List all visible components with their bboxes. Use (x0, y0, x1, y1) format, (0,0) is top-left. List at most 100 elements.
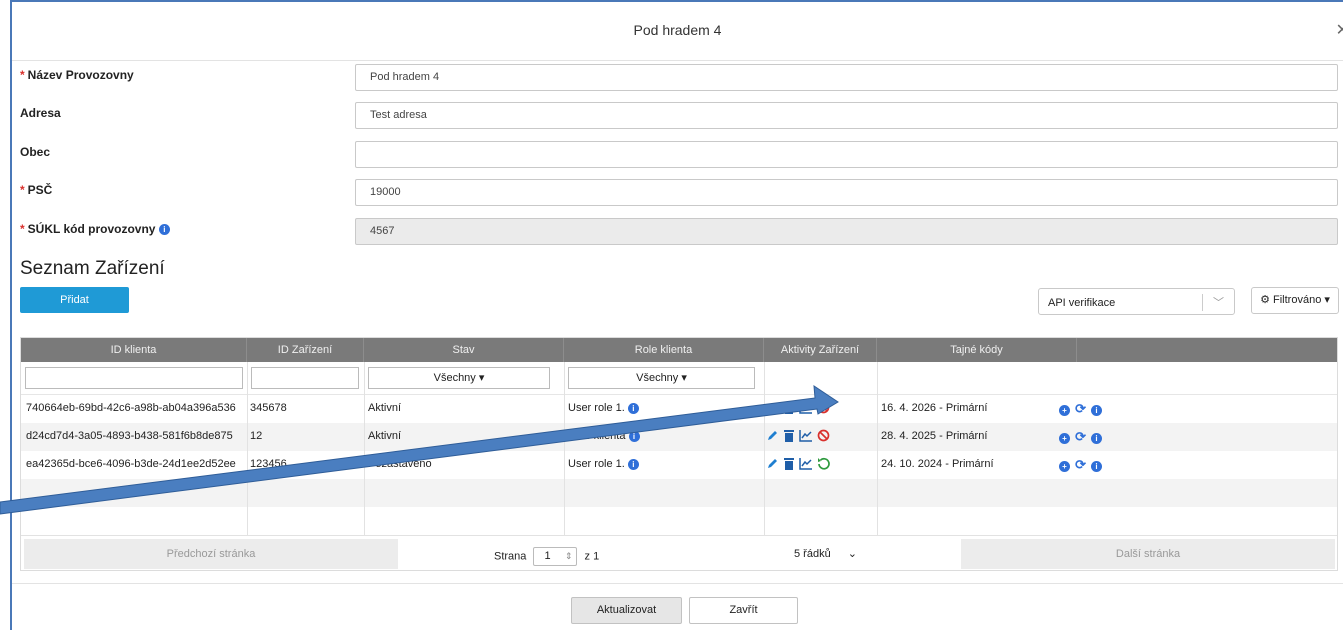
filter-label: Filtrováno (1273, 294, 1322, 306)
activities-cell (766, 457, 831, 470)
trash-icon[interactable] (783, 401, 795, 414)
info-icon[interactable]: i (627, 458, 639, 470)
ban-icon[interactable] (817, 429, 830, 442)
col-divider (877, 362, 878, 535)
update-button[interactable]: Aktualizovat (571, 597, 682, 624)
refresh-icon[interactable]: ⟳ (1075, 401, 1086, 416)
col-divider (364, 362, 365, 535)
info-icon[interactable]: i (158, 224, 170, 236)
code-actions: + ⟳ i (1059, 457, 1103, 473)
code-cell: 24. 10. 2024 - Primární (881, 458, 994, 470)
edit-icon[interactable] (766, 457, 779, 470)
client-id-filter[interactable] (25, 367, 243, 389)
label-nazev: * Název Provozovny (20, 68, 134, 82)
label-psc: * PSČ (20, 183, 53, 197)
info-icon[interactable]: i (1091, 432, 1103, 444)
col-divider (764, 362, 765, 535)
role-cell: User role 1. i (568, 402, 639, 414)
edit-icon[interactable] (766, 401, 779, 414)
plus-circle-icon[interactable]: + (1059, 432, 1070, 444)
col-client-id[interactable]: ID klienta (21, 338, 247, 362)
code-actions: + ⟳ i (1059, 429, 1103, 445)
trash-icon[interactable] (783, 429, 795, 442)
device-id-cell: 12 (250, 430, 263, 442)
pagination: Předchozí stránka Strana 1 ⇕ z 1 5 řádků … (21, 535, 1337, 572)
footer-divider (12, 583, 1343, 584)
info-icon[interactable]: i (1091, 404, 1103, 416)
label-sukl: * SÚKL kód provozovny i (20, 222, 170, 236)
status-cell: Pozastaveno (368, 458, 432, 470)
client-id-cell: 740664eb-69bd-42c6-a98b-ab04a396a536 (26, 402, 236, 414)
next-page-button[interactable]: Další stránka (961, 539, 1335, 569)
info-icon[interactable]: i (627, 402, 639, 414)
client-id-cell: ea42365d-bce6-4096-b3de-24d1ee2d52ee (26, 458, 236, 470)
device-id-cell: 123456 (250, 458, 287, 470)
activities-cell (766, 429, 831, 442)
chart-line-icon[interactable] (799, 401, 813, 414)
plus-circle-icon[interactable]: + (1059, 460, 1070, 472)
filter-row: Všechny ▾ Všechny ▾ (21, 362, 1337, 395)
gear-icon: ⚙ (1260, 294, 1270, 306)
device-id-filter[interactable] (251, 367, 359, 389)
info-icon[interactable]: i (1091, 460, 1103, 472)
caret-down-icon: ▾ (1324, 294, 1330, 306)
table-row[interactable]: 740664eb-69bd-42c6-a98b-ab04a396a536 345… (21, 395, 1337, 423)
label-obec: Obec (20, 145, 51, 159)
table-row[interactable]: ea42365d-bce6-4096-b3de-24d1ee2d52ee 123… (21, 451, 1337, 479)
table-header: ID klienta ID Zařízení Stav Role klienta… (21, 338, 1337, 362)
plus-circle-icon[interactable]: + (1059, 404, 1070, 416)
role-filter[interactable]: Všechny ▾ (568, 367, 755, 389)
close-button[interactable]: Zavřít (689, 597, 798, 624)
edit-icon[interactable] (766, 429, 779, 442)
adresa-input[interactable]: Test adresa (355, 102, 1338, 129)
table-row[interactable]: d24cd7d4-3a05-4893-b438-581f6b8de875 12 … (21, 423, 1337, 451)
role-cell: Role klienta i (568, 430, 640, 442)
col-device-id[interactable]: ID Zařízení (247, 338, 364, 362)
col-codes: Tajné kódy (877, 338, 1077, 362)
close-icon[interactable]: ✕ (1336, 20, 1343, 40)
modal-title: Pod hradem 4 (633, 22, 722, 38)
col-status[interactable]: Stav (364, 338, 564, 362)
section-title: Seznam Zařízení (20, 258, 165, 279)
label-adresa: Adresa (20, 106, 61, 120)
devices-table: ID klienta ID Zařízení Stav Role klienta… (20, 337, 1338, 571)
prev-page-button[interactable]: Předchozí stránka (24, 539, 398, 569)
empty-row (21, 507, 1337, 535)
device-id-cell: 345678 (250, 402, 287, 414)
chevron-down-icon: ﹀ (1213, 297, 1224, 309)
code-cell: 28. 4. 2025 - Primární (881, 430, 988, 442)
empty-row (21, 479, 1337, 507)
activities-cell (766, 401, 831, 414)
col-activities: Aktivity Zařízení (764, 338, 877, 362)
status-cell: Aktivní (368, 430, 402, 442)
code-actions: + ⟳ i (1059, 401, 1103, 417)
chevron-down-icon: ⌄ (847, 548, 857, 560)
chart-line-icon[interactable] (799, 457, 813, 470)
client-id-cell: d24cd7d4-3a05-4893-b438-581f6b8de875 (26, 430, 233, 442)
col-role[interactable]: Role klienta (564, 338, 764, 362)
api-select[interactable]: API verifikace ﹀ (1038, 288, 1235, 315)
select-separator (1202, 294, 1203, 311)
code-cell: 16. 4. 2026 - Primární (881, 402, 988, 414)
rows-per-page-select[interactable]: 5 řádků ⌄ (791, 543, 887, 566)
info-icon[interactable]: i (628, 430, 640, 442)
modal-header: Pod hradem 4 ✕ (12, 2, 1343, 61)
nazev-input[interactable]: Pod hradem 4 (355, 64, 1338, 91)
col-divider (247, 362, 248, 535)
page-indicator: Strana 1 ⇕ z 1 (494, 547, 599, 566)
trash-icon[interactable] (783, 457, 795, 470)
refresh-icon[interactable]: ⟳ (1075, 457, 1086, 472)
restore-icon[interactable] (817, 457, 830, 470)
col-divider (564, 362, 565, 535)
refresh-icon[interactable]: ⟳ (1075, 429, 1086, 444)
chart-line-icon[interactable] (799, 429, 813, 442)
add-button[interactable]: Přidat (20, 287, 129, 313)
sukl-input: 4567 (355, 218, 1338, 245)
role-cell: User role 1. i (568, 458, 639, 470)
filter-button[interactable]: ⚙ Filtrováno ▾ (1251, 287, 1339, 314)
ban-icon[interactable] (817, 401, 830, 414)
obec-input[interactable] (355, 141, 1338, 168)
page-number-input[interactable]: 1 ⇕ (533, 547, 578, 566)
psc-input[interactable]: 19000 (355, 179, 1338, 206)
status-filter[interactable]: Všechny ▾ (368, 367, 550, 389)
